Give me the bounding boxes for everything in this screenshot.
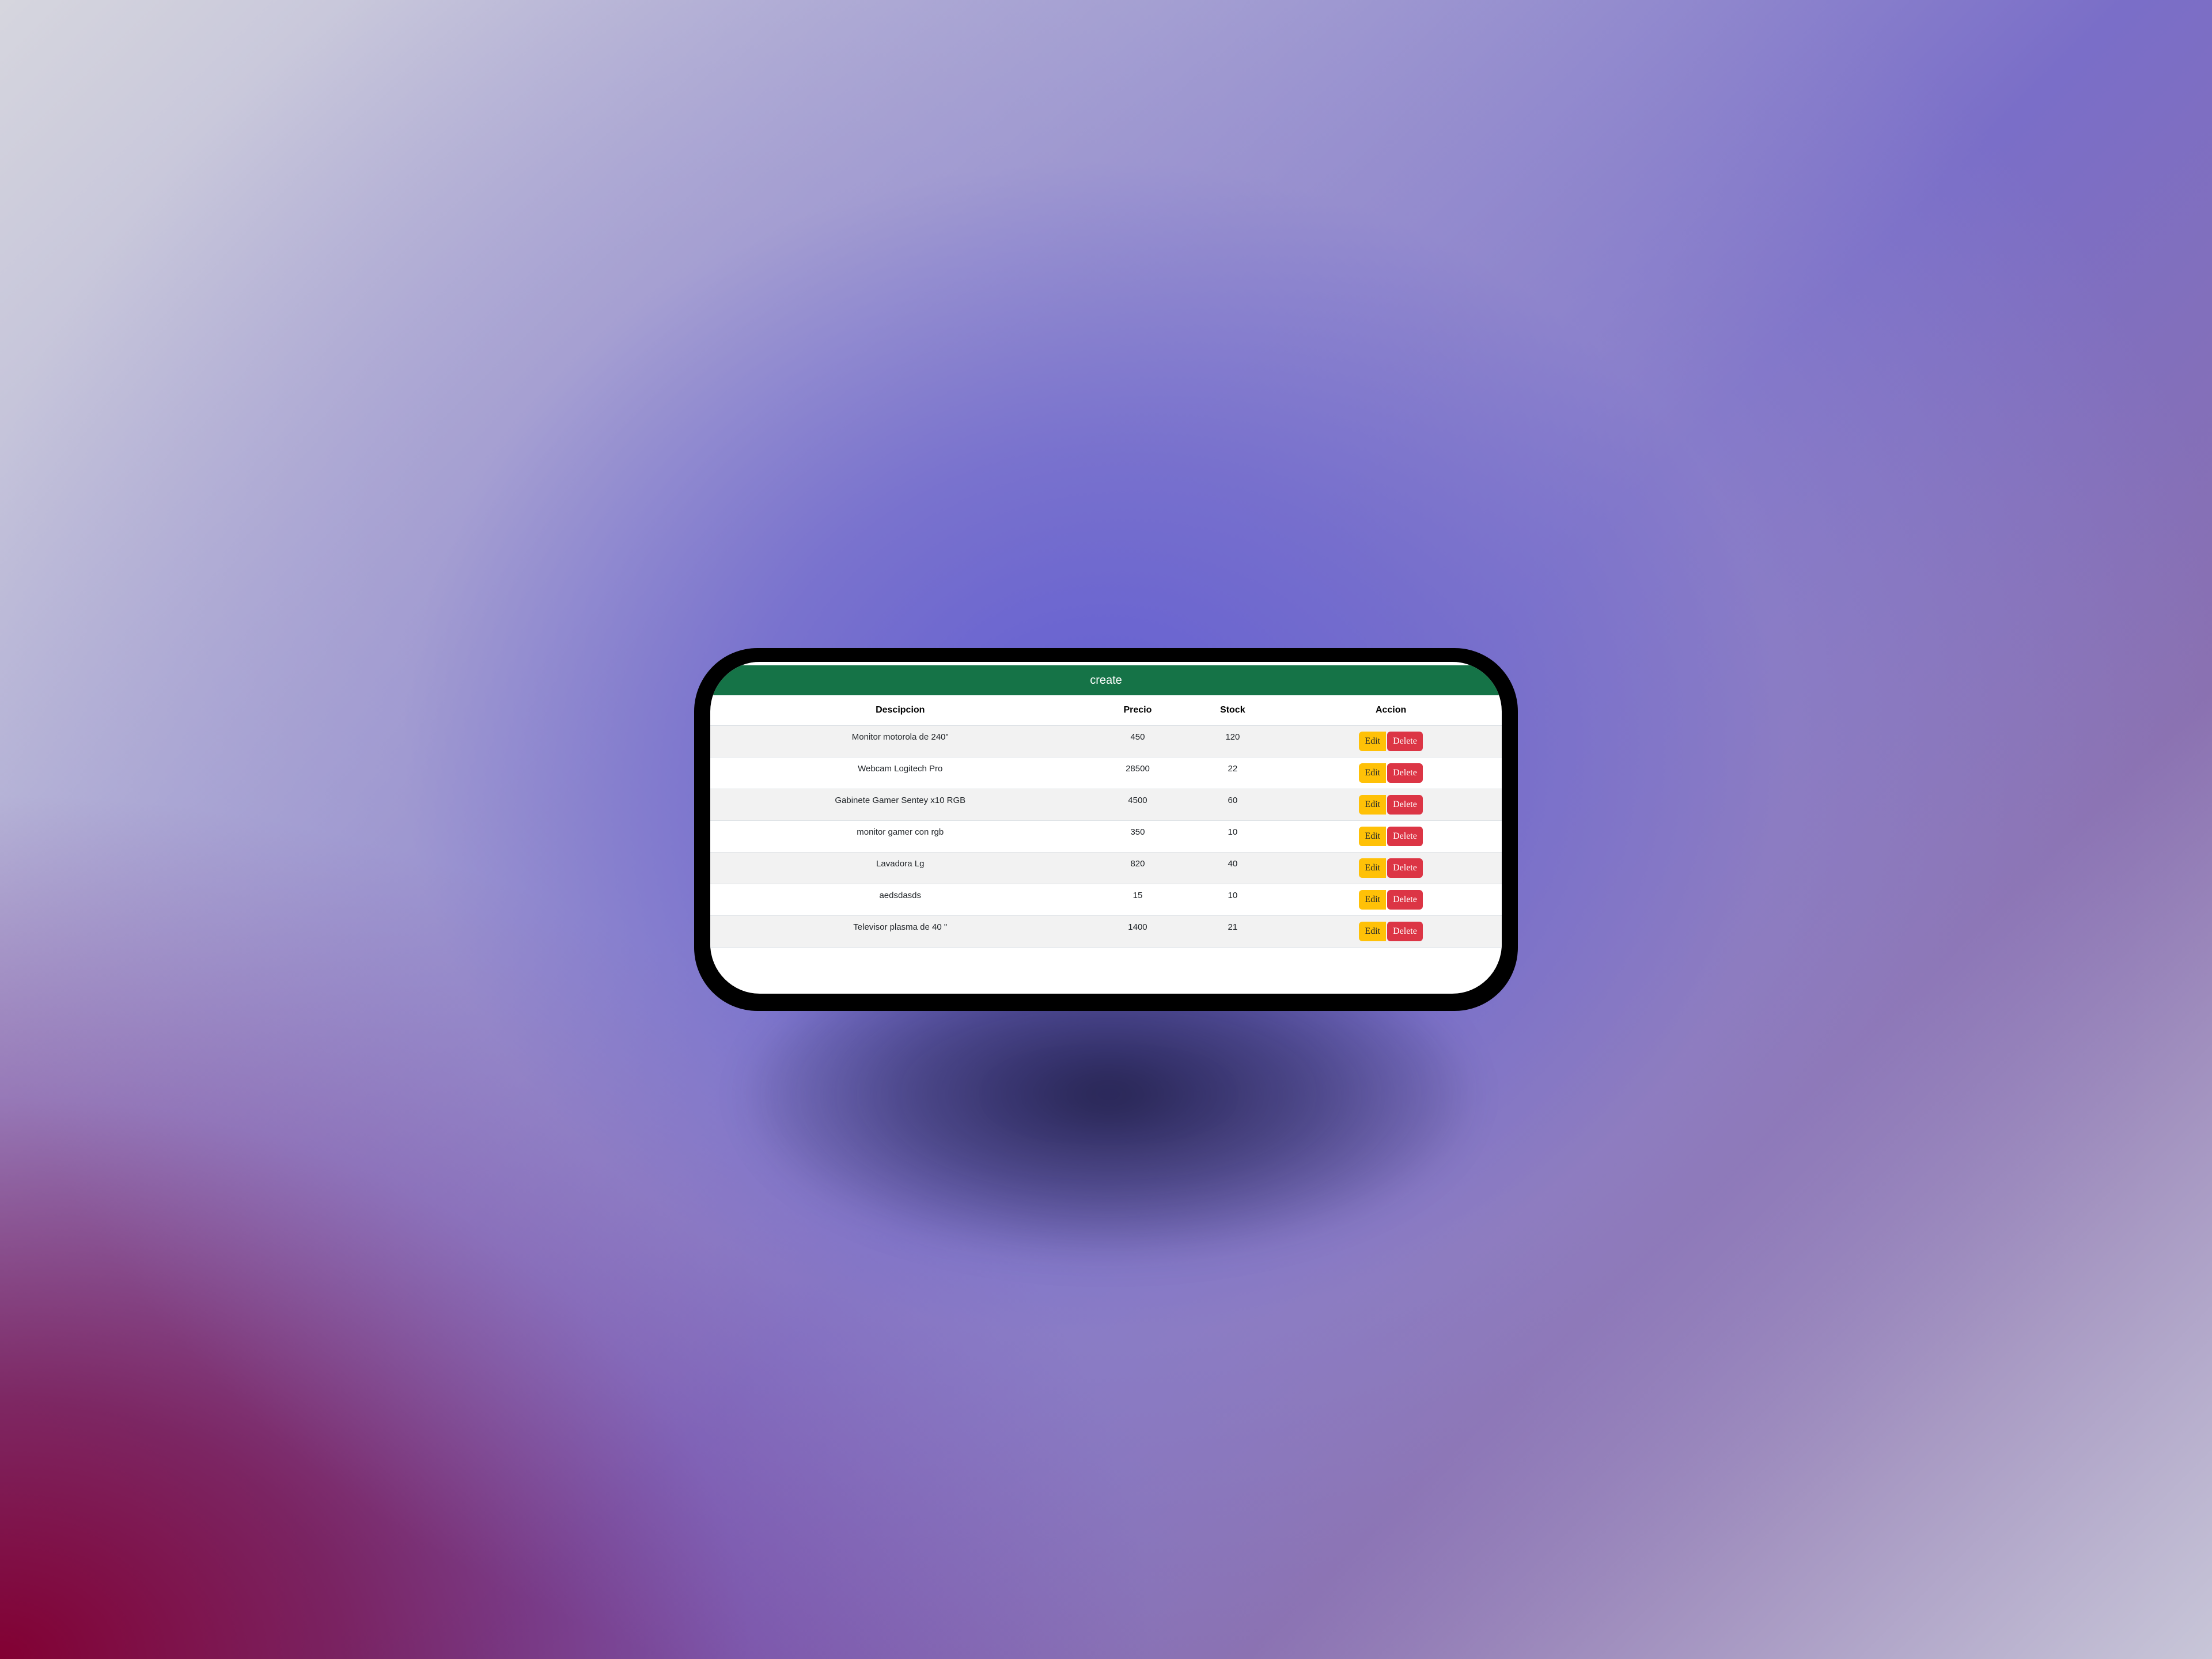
row-actions: Edit Delete — [1280, 852, 1502, 884]
edit-button[interactable]: Edit — [1359, 732, 1387, 751]
delete-button[interactable]: Delete — [1387, 763, 1423, 783]
row-actions: Edit Delete — [1280, 725, 1502, 757]
row-stock: 120 — [1225, 732, 1240, 742]
row-actions: Edit Delete — [1280, 884, 1502, 916]
delete-button[interactable]: Delete — [1387, 922, 1423, 941]
row-price: 4500 — [1128, 795, 1147, 805]
table-header-row: Descipcion Precio Stock Accion — [710, 695, 1502, 726]
row-description: Televisor plasma de 40 " — [853, 922, 948, 932]
create-label: create — [1090, 673, 1122, 687]
delete-button[interactable]: Delete — [1387, 890, 1423, 910]
device-frame: create Descipcion Precio Stock Accion Mo… — [694, 648, 1518, 1011]
row-description: Lavadora Lg — [876, 858, 925, 869]
row-stock: 60 — [1228, 795, 1238, 805]
header-precio: Precio — [1123, 705, 1152, 715]
row-stock: 22 — [1228, 763, 1238, 774]
row-stock: 40 — [1228, 858, 1238, 869]
table-row: Televisor plasma de 40 " 1400 21 Edit Del… — [710, 915, 1502, 948]
row-description: monitor gamer con rgb — [857, 827, 944, 837]
table-row: Gabinete Gamer Sentey x10 RGB 4500 60 Ed… — [710, 789, 1502, 821]
header-accion: Accion — [1375, 705, 1407, 715]
edit-button[interactable]: Edit — [1359, 795, 1387, 815]
row-actions: Edit Delete — [1280, 757, 1502, 789]
table-row: monitor gamer con rgb 350 10 Edit Delete — [710, 820, 1502, 853]
row-price: 15 — [1132, 890, 1143, 900]
row-actions: Edit Delete — [1280, 820, 1502, 853]
edit-button[interactable]: Edit — [1359, 763, 1387, 783]
row-description: aedsdasds — [879, 890, 922, 900]
app-screen: create Descipcion Precio Stock Accion Mo… — [710, 662, 1502, 994]
table-row: aedsdasds 15 10 Edit Delete — [710, 884, 1502, 916]
row-price: 1400 — [1128, 922, 1147, 932]
row-price: 450 — [1130, 732, 1145, 742]
row-stock: 10 — [1228, 890, 1238, 900]
table-row: Monitor motorola de 240" 450 120 Edit Del… — [710, 725, 1502, 757]
row-stock: 10 — [1228, 827, 1238, 837]
delete-button[interactable]: Delete — [1387, 795, 1423, 815]
row-actions: Edit Delete — [1280, 915, 1502, 948]
row-description: Gabinete Gamer Sentey x10 RGB — [835, 795, 966, 805]
edit-button[interactable]: Edit — [1359, 858, 1387, 878]
delete-button[interactable]: Delete — [1387, 858, 1423, 878]
row-description: Webcam Logitech Pro — [858, 763, 943, 774]
edit-button[interactable]: Edit — [1359, 922, 1387, 941]
row-price: 28500 — [1126, 763, 1150, 774]
create-button[interactable]: create — [710, 662, 1502, 695]
row-description: Monitor motorola de 240" — [851, 732, 949, 742]
table-row: Lavadora Lg 820 40 Edit Delete — [710, 852, 1502, 884]
header-descripcion: Descipcion — [876, 705, 925, 715]
row-price: 350 — [1130, 827, 1145, 837]
delete-button[interactable]: Delete — [1387, 827, 1423, 846]
table-row: Webcam Logitech Pro 28500 22 Edit Delete — [710, 757, 1502, 789]
delete-button[interactable]: Delete — [1387, 732, 1423, 751]
edit-button[interactable]: Edit — [1359, 827, 1387, 846]
products-table: Descipcion Precio Stock Accion Monitor m… — [710, 695, 1502, 948]
row-stock: 21 — [1228, 922, 1238, 932]
row-actions: Edit Delete — [1280, 789, 1502, 821]
edit-button[interactable]: Edit — [1359, 890, 1387, 910]
header-stock: Stock — [1220, 705, 1245, 715]
row-price: 820 — [1130, 858, 1145, 869]
